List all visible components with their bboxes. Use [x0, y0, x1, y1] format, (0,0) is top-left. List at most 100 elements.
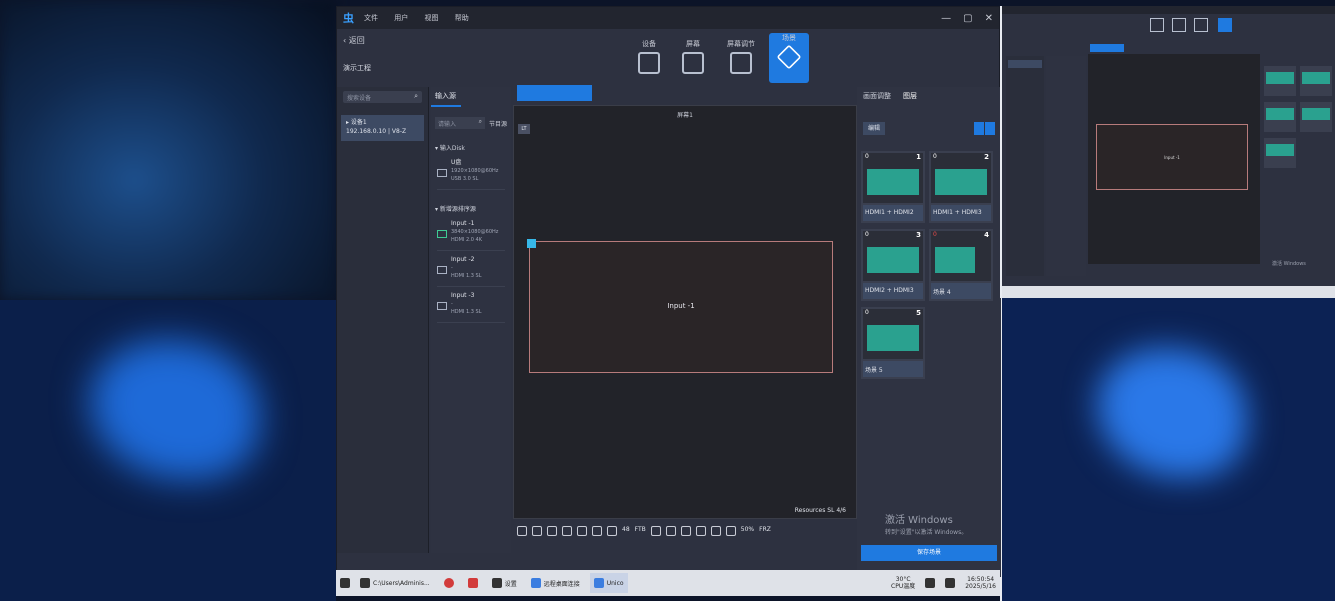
align-right-icon[interactable]	[695, 526, 706, 536]
delete-icon[interactable]	[577, 526, 587, 536]
source-port: HDMI 2.0 4K	[451, 237, 482, 243]
fit-icon[interactable]	[547, 526, 557, 536]
scene-caption: HDMI2 + HDMI3	[863, 283, 923, 299]
close-button[interactable]: ✕	[985, 13, 993, 24]
source-name: Input -3	[451, 292, 475, 299]
layer-down-icon[interactable]	[665, 526, 676, 536]
start-icon[interactable]	[340, 578, 350, 588]
device-icon	[638, 52, 660, 74]
scene-caption: HDMI1 + HDMI3	[931, 205, 991, 221]
tab-layers[interactable]: 图层	[903, 91, 917, 101]
scene-thumbnail	[931, 153, 991, 203]
input-window[interactable]: Input -1	[527, 239, 833, 373]
taskbar-item-settings[interactable]: 设置	[488, 573, 521, 593]
canvas-toolbar: 48 FTB 50% FRZ	[513, 522, 857, 572]
zoom-out-icon[interactable]	[532, 526, 542, 536]
taskbar-item-chrome[interactable]	[440, 573, 458, 593]
list-view-icon[interactable]	[974, 122, 984, 135]
ftb-button[interactable]: FTB	[635, 526, 646, 568]
edit-button[interactable]: 编辑	[863, 122, 885, 135]
source-name: U盘	[451, 159, 462, 166]
volume-icon[interactable]	[945, 578, 956, 588]
source-item-disk[interactable]: U盘 1920×1080@60Hz USB 3.0 SL	[437, 156, 505, 190]
menu-view[interactable]: 视图	[424, 14, 438, 22]
mini-device-icon	[1150, 18, 1164, 32]
layer-up-icon[interactable]	[650, 526, 661, 536]
scene-card-3[interactable]: 0 3 HDMI2 + HDMI3	[861, 229, 925, 301]
align-left-icon[interactable]	[680, 526, 691, 536]
tab-picture-adjust[interactable]: 画面调整	[863, 91, 891, 101]
canvas-title: 屏幕1	[677, 112, 693, 119]
zoom-in-icon[interactable]	[517, 526, 527, 536]
terminal-icon	[360, 578, 370, 588]
window-controls: — ▢ ✕	[941, 13, 993, 24]
source-name: Input -1	[451, 220, 475, 227]
back-button[interactable]: ‹ 返回	[343, 35, 365, 46]
taskbar-item-remote[interactable]: 远程桌面连接	[527, 573, 584, 593]
grid-icon[interactable]	[710, 526, 721, 536]
save-scene-button[interactable]: 保存场景	[861, 545, 997, 561]
source-name: Input -2	[451, 256, 475, 263]
scene-number: 2	[984, 153, 989, 161]
toolbar-screen[interactable]: 屏幕	[673, 39, 713, 83]
screen-tab[interactable]	[517, 85, 592, 101]
clock-time: 16:50:54	[967, 576, 995, 583]
toolbar-screen-adjust[interactable]: 屏幕调节	[721, 39, 761, 83]
input-search-field[interactable]: 请输入 ⌕	[435, 117, 485, 129]
source-port: HDMI 1.3 SL	[451, 309, 482, 315]
scene-card-1[interactable]: 0 1 HDMI1 + HDMI2	[861, 151, 925, 223]
scene-thumbnail	[863, 309, 923, 359]
device-list-item[interactable]: ▸ 设备1 192.168.0.10 | V8-Z	[341, 115, 424, 141]
source-port: HDMI 1.3 SL	[451, 273, 482, 279]
window-drag-handle[interactable]	[527, 239, 536, 248]
search-icon[interactable]: ⌕	[479, 118, 482, 126]
source-item-input-1[interactable]: Input -1 3840×1080@60Hz HDMI 2.0 4K	[437, 217, 505, 251]
fps-value: 48	[622, 526, 630, 533]
menu-file[interactable]: 文件	[364, 14, 378, 22]
mini-source-panel	[1046, 56, 1086, 276]
mini-scene-fill	[1266, 72, 1294, 84]
cpu-temp-widget[interactable]: 30°C CPU温度	[891, 576, 915, 590]
group-sources[interactable]: ▾ 新增源排序源	[435, 204, 507, 213]
scene-card-2[interactable]: 0 2 HDMI1 + HDMI3	[929, 151, 993, 223]
scene-card-5[interactable]: 0 5 场景 5	[861, 307, 925, 379]
mini-scene-card	[1300, 102, 1332, 132]
lock-icon[interactable]	[592, 526, 602, 536]
source-item-input-3[interactable]: Input -3 - HDMI 1.3 SL	[437, 289, 505, 323]
network-icon[interactable]	[925, 578, 936, 588]
toolbar-scene-label: 场景	[782, 34, 796, 42]
toolbar-scene[interactable]: 场景	[769, 33, 809, 83]
tab-input-source[interactable]: 输入源	[431, 87, 461, 107]
clock[interactable]: 16:50:54 2025/5/16	[965, 576, 996, 590]
volume-icon[interactable]	[725, 526, 736, 536]
main-app-window: 虫 文件 用户 视图 帮助 — ▢ ✕ ‹ 返回 设备 屏幕 屏幕调节 场景 演…	[336, 6, 1001, 577]
mini-screen-tab	[1090, 44, 1124, 52]
grid-view-icon[interactable]	[985, 122, 995, 135]
input-window-label: Input -1	[667, 302, 695, 310]
screen-canvas[interactable]: 屏幕1 LT Input -1 Resources SL 4/6	[513, 105, 857, 519]
device-ip: 192.168.0.10 | V8-Z	[346, 128, 407, 135]
menu-user[interactable]: 用户	[394, 14, 408, 22]
source-item-input-2[interactable]: Input -2 - HDMI 1.3 SL	[437, 253, 505, 287]
menu-help[interactable]: 帮助	[455, 14, 469, 22]
scene-thumbnail	[863, 153, 923, 203]
search-icon[interactable]: ⌕	[414, 92, 418, 101]
toolbar-device[interactable]: 设备	[629, 39, 669, 83]
taskbar-item-terminal[interactable]: C:\Users\Adminis...	[356, 573, 434, 593]
taskbar-item-app-red[interactable]	[464, 573, 482, 593]
frz-button[interactable]: FRZ	[759, 526, 771, 568]
crop-icon[interactable]	[562, 526, 572, 536]
program-source-toggle[interactable]: 节目源	[489, 119, 507, 128]
scene-caption: HDMI1 + HDMI2	[863, 205, 923, 221]
input-search-row: 请输入 ⌕ 节目源	[435, 117, 507, 129]
minimize-button[interactable]: —	[941, 13, 951, 24]
brightness-icon[interactable]	[607, 526, 617, 536]
maximize-button[interactable]: ▢	[963, 13, 972, 24]
group-disk[interactable]: ▾ 输入Disk	[435, 143, 507, 152]
taskbar-item-unico[interactable]: Unico	[589, 573, 628, 593]
device-search-input[interactable]: 搜索设备 ⌕	[343, 91, 422, 103]
view-toggle[interactable]	[973, 122, 995, 135]
scene-number: 5	[916, 309, 921, 317]
app-red-icon	[467, 578, 478, 588]
scene-card-4[interactable]: 0 4 场景 4	[929, 229, 993, 301]
